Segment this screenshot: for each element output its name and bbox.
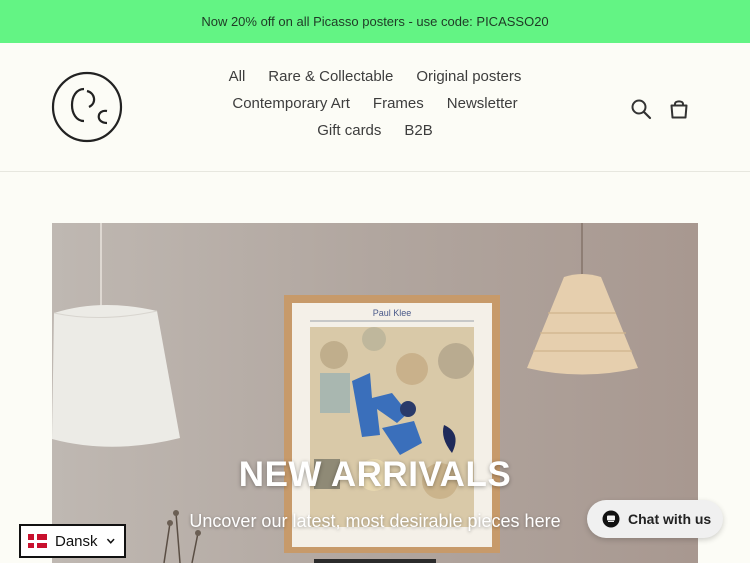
chevron-down-icon [106,538,115,544]
nav-newsletter[interactable]: Newsletter [447,95,518,112]
hero-title: NEW ARRIVALS [238,455,512,494]
poster-label: Paul Klee [373,308,412,318]
nav-rare-collectable[interactable]: Rare & Collectable [268,68,393,85]
nav-contemporary-art[interactable]: Contemporary Art [232,95,350,112]
nav-frames[interactable]: Frames [373,95,424,112]
announcement-text: Now 20% off on all Picasso posters - use… [201,14,549,29]
language-selector[interactable]: Dansk [19,524,126,558]
site-header: All Rare & Collectable Original posters … [0,43,750,172]
nav-all[interactable]: All [229,68,246,85]
language-label: Dansk [54,532,98,550]
search-icon[interactable] [630,98,652,120]
nav-b2b[interactable]: B2B [404,122,432,139]
nav-original-posters[interactable]: Original posters [416,68,521,85]
logo-icon[interactable] [51,71,123,143]
main-nav: All Rare & Collectable Original posters … [200,63,550,144]
cart-icon[interactable] [668,98,690,120]
chat-button[interactable]: Chat with us [587,500,723,538]
denmark-flag-icon [28,534,48,548]
announcement-bar: Now 20% off on all Picasso posters - use… [0,0,750,43]
header-actions [630,98,690,120]
nav-gift-cards[interactable]: Gift cards [317,122,381,139]
chat-label: Chat with us [628,511,712,527]
hero-cta-button[interactable] [314,559,436,563]
chat-bubble-icon [602,510,620,528]
